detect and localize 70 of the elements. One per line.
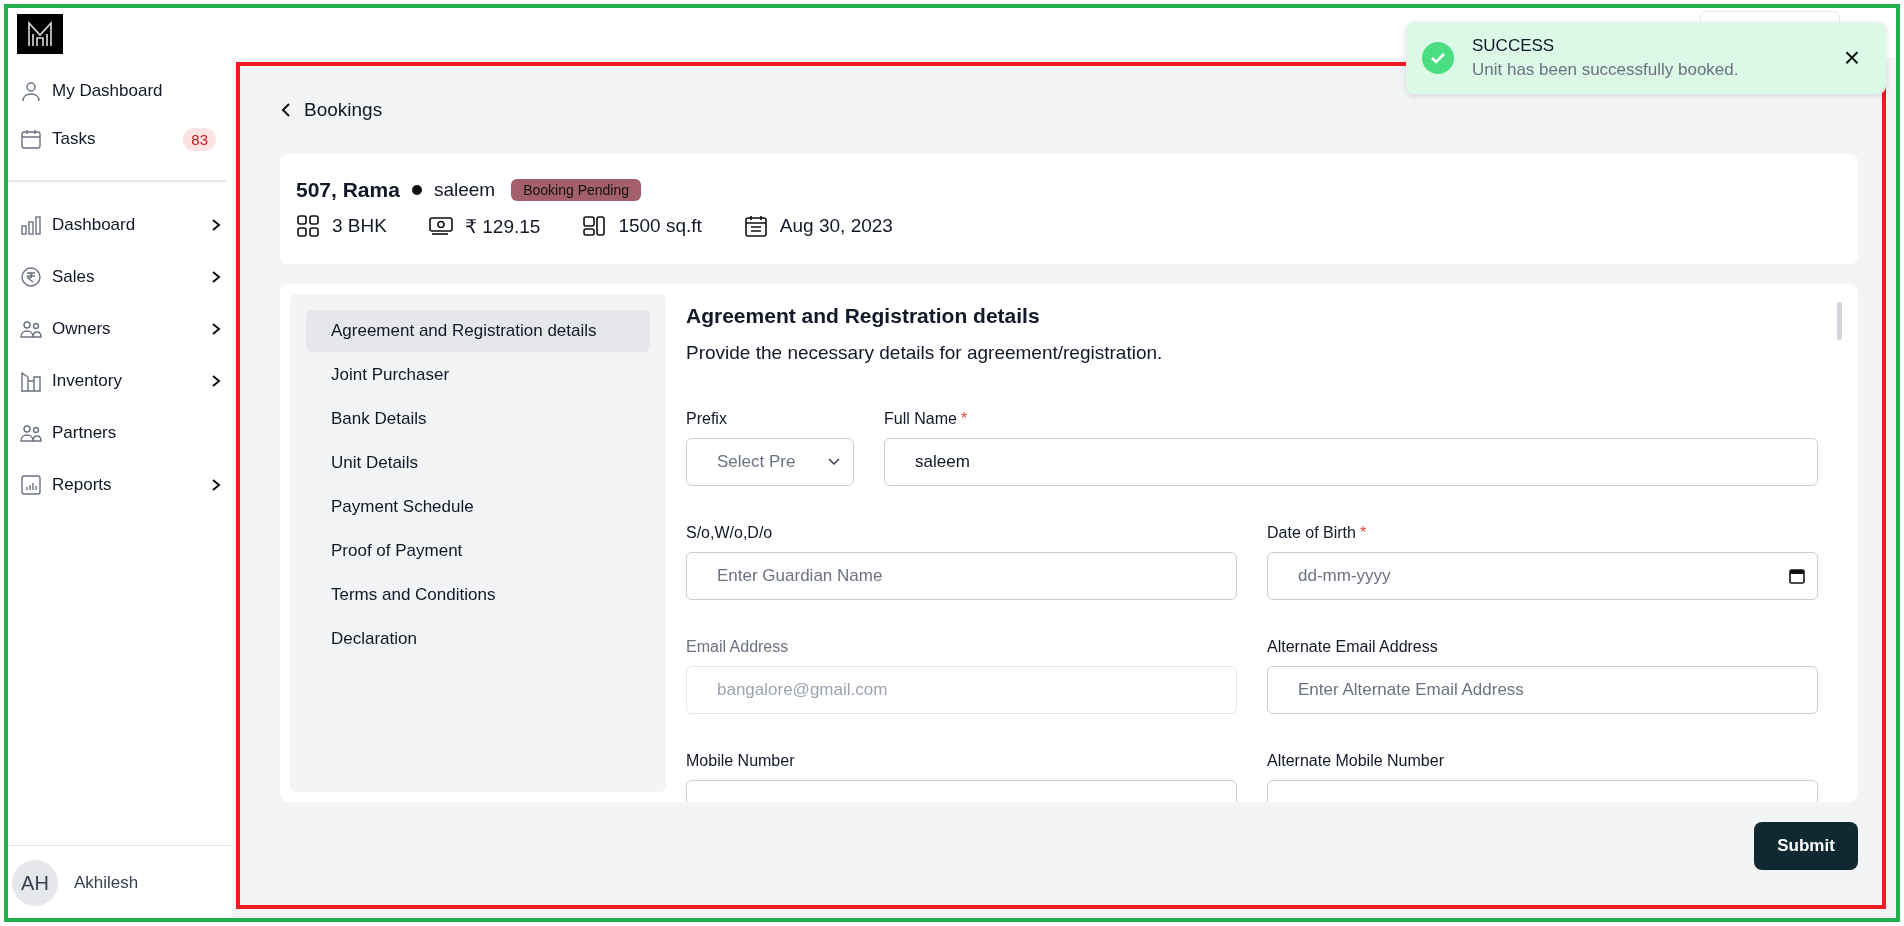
step-item[interactable]: Joint Purchaser (306, 354, 650, 396)
unit-fact: 3 BHK (332, 215, 387, 237)
back-link[interactable]: Bookings (280, 78, 1858, 142)
chevron-right-icon (210, 322, 222, 336)
sidebar-item[interactable]: Sales (4, 260, 232, 294)
toast-message: Unit has been successfully booked. (1472, 60, 1740, 80)
chevron-right-icon (210, 270, 222, 284)
unit-fact: Aug 30, 2023 (779, 215, 893, 237)
calendar-icon (20, 128, 42, 150)
chevron-right-icon (210, 374, 222, 388)
task-count: 83 (183, 127, 216, 151)
field-label: Prefix (686, 410, 728, 428)
sidebar-item[interactable]: Reports (4, 468, 232, 502)
field-label: Alternate Mobile Number (1267, 752, 1445, 770)
field-label: Full Name * (884, 410, 969, 428)
field-label: Alternate Email Address (1267, 638, 1439, 656)
chevron-left-icon (280, 102, 292, 118)
prefix-select[interactable]: Select Pre (686, 438, 854, 486)
users-icon (20, 318, 42, 340)
field-label: Email Address (686, 638, 790, 656)
grid-icon (296, 214, 320, 238)
field-label: Date of Birth * (1267, 524, 1368, 542)
sidebar-item[interactable]: My Dashboard (4, 74, 226, 108)
step-item[interactable]: Bank Details (306, 398, 650, 440)
owner-name: saleem (433, 179, 496, 201)
users-icon (20, 422, 42, 444)
date-field[interactable]: dd-mm-yyyy (1267, 552, 1818, 600)
layout-icon (582, 214, 607, 238)
bullet-icon (411, 185, 422, 195)
user-icon (20, 80, 42, 102)
unit-fact: ₹ 129.15 (464, 214, 541, 238)
user-avatar: AH (12, 860, 58, 906)
sidebar-item[interactable]: Partners (4, 416, 232, 450)
field-label: S/o,W/o,D/o (686, 524, 774, 542)
report-icon (20, 474, 42, 496)
sidebar-item[interactable]: Inventory (4, 364, 232, 398)
step-item[interactable]: Payment Schedule (306, 486, 650, 528)
input-field[interactable]: Enter Guardian Name (686, 552, 1237, 600)
close-button[interactable]: × (1843, 44, 1860, 72)
sidebar-item[interactable]: Tasks 83 (4, 122, 226, 156)
user-name: Akhilesh (74, 873, 139, 893)
calendar-icon (743, 214, 768, 238)
logo-icon (17, 14, 63, 54)
chevron-down-icon (827, 457, 841, 467)
scrollbar-thumb[interactable] (1837, 302, 1842, 340)
form-description: Provide the necessary details for agreement/registration. (686, 342, 1164, 364)
input-field[interactable]: Enter Alternate Email Address (1267, 666, 1818, 714)
sidebar-item[interactable]: Dashboard (4, 208, 232, 242)
step-item[interactable]: Agreement and Registration details (306, 310, 650, 352)
banknote-icon (428, 214, 453, 238)
calendar-icon (1789, 568, 1805, 584)
chevron-right-icon (210, 218, 222, 232)
step-item[interactable]: Declaration (306, 618, 650, 660)
unit-title: 507, Rama (296, 178, 400, 202)
check-circle-icon (1422, 42, 1454, 74)
status-badge: Booking Pending (511, 179, 642, 201)
step-item[interactable]: Terms and Conditions (306, 574, 650, 616)
step-item[interactable]: Proof of Payment (306, 530, 650, 572)
bar-chart-icon (20, 214, 42, 236)
submit-button[interactable]: Submit (1754, 822, 1858, 870)
unit-fact: 1500 sq.ft (618, 215, 702, 237)
building-icon (20, 370, 42, 392)
form-title: Agreement and Registration details (686, 304, 1041, 328)
step-item[interactable]: Unit Details (306, 442, 650, 484)
field-label: Mobile Number (686, 752, 796, 770)
input-field[interactable]: saleem (884, 438, 1818, 486)
rupee-icon (20, 266, 42, 288)
toast-title: SUCCESS (1472, 36, 1556, 56)
chevron-right-icon (210, 478, 222, 492)
sidebar-item[interactable]: Owners (4, 312, 232, 346)
